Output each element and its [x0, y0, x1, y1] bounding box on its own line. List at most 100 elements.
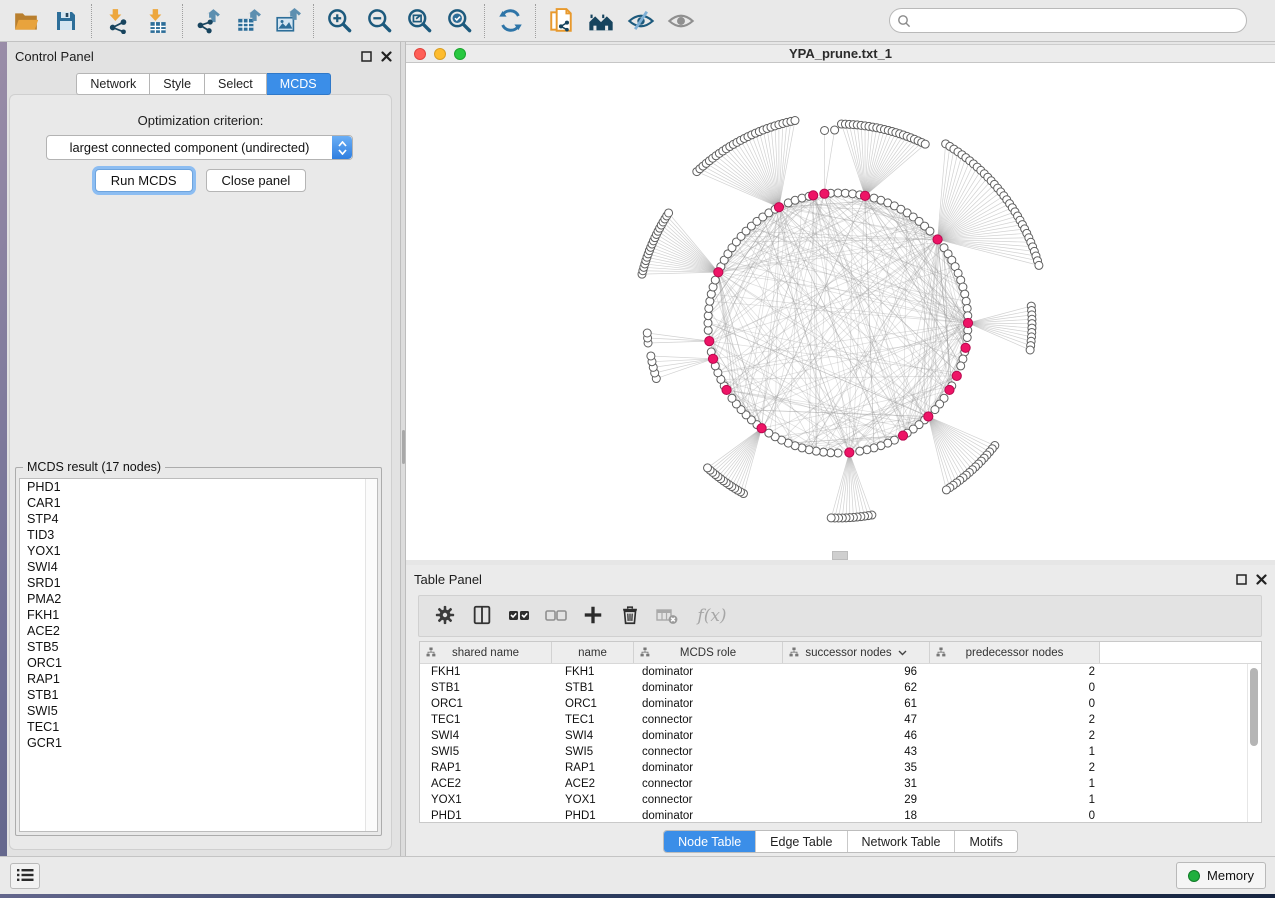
- mcds-tab-content: Optimization criterion: largest connecte…: [9, 94, 392, 850]
- cell-name: PHD1: [552, 810, 634, 822]
- mcds-result-group: MCDS result (17 nodes) PHD1CAR1STP4TID3Y…: [15, 467, 382, 836]
- cell-successor-nodes: 31: [783, 778, 930, 790]
- mcds-result-node[interactable]: PHD1: [20, 479, 377, 495]
- canvas-resize-grip[interactable]: [832, 551, 848, 560]
- table-row[interactable]: FKH1 FKH1 dominator 96 2: [420, 664, 1261, 680]
- memory-button[interactable]: Memory: [1176, 862, 1266, 889]
- open-folder-icon: [13, 8, 39, 34]
- column-header[interactable]: MCDS role: [634, 642, 783, 663]
- close-mcds-panel-button[interactable]: Close panel: [206, 169, 307, 192]
- table-row[interactable]: SWI4 SWI4 dominator 46 2: [420, 728, 1261, 744]
- control-panel-tab[interactable]: MCDS: [267, 73, 331, 95]
- table-tab[interactable]: Network Table: [847, 831, 955, 852]
- add-column-button[interactable]: [579, 602, 607, 630]
- split-pane-handle[interactable]: [402, 430, 405, 464]
- column-header[interactable]: predecessor nodes: [930, 642, 1100, 663]
- export-table-button[interactable]: [228, 3, 268, 39]
- mcds-result-node[interactable]: TID3: [20, 527, 377, 543]
- mcds-list-scrollbar[interactable]: [365, 479, 377, 831]
- mcds-result-node[interactable]: STB5: [20, 639, 377, 655]
- mcds-result-node[interactable]: FKH1: [20, 607, 377, 623]
- criterion-selected-value: largest connected component (undirected): [47, 140, 332, 155]
- network-window-titlebar[interactable]: YPA_prune.txt_1: [406, 44, 1275, 63]
- import-network-button[interactable]: [97, 3, 137, 39]
- mcds-result-node[interactable]: SWI5: [20, 703, 377, 719]
- mcds-result-node[interactable]: ORC1: [20, 655, 377, 671]
- show-hidden-button[interactable]: [661, 3, 701, 39]
- mcds-result-node[interactable]: RAP1: [20, 671, 377, 687]
- criterion-select[interactable]: largest connected component (undirected): [46, 135, 353, 160]
- mcds-result-node[interactable]: SRD1: [20, 575, 377, 591]
- control-panel-tab[interactable]: Network: [76, 73, 150, 95]
- optimization-criterion-label: Optimization criterion:: [10, 113, 391, 128]
- table-scrollbar-thumb[interactable]: [1250, 668, 1258, 746]
- export-network-button[interactable]: [188, 3, 228, 39]
- zoom-selected-button[interactable]: [439, 3, 479, 39]
- control-panel-tab[interactable]: Style: [150, 73, 205, 95]
- control-panel-tab[interactable]: Select: [205, 73, 267, 95]
- select-stepper-icon: [332, 136, 352, 159]
- table-row[interactable]: SWI5 SWI5 connector 43 1: [420, 744, 1261, 760]
- table-row[interactable]: PHD1 PHD1 dominator 18 0: [420, 808, 1261, 823]
- export-image-button[interactable]: [268, 3, 308, 39]
- cell-mcds-role: connector: [634, 714, 783, 726]
- open-file-button[interactable]: [6, 3, 46, 39]
- show-columns-button[interactable]: [468, 602, 496, 630]
- mcds-result-node[interactable]: STP4: [20, 511, 377, 527]
- search-input[interactable]: [889, 8, 1247, 33]
- mcds-result-node[interactable]: TEC1: [20, 719, 377, 735]
- delete-table-icon: [655, 603, 679, 630]
- delete-table-button[interactable]: [653, 602, 681, 630]
- table-row[interactable]: STB1 STB1 dominator 62 0: [420, 680, 1261, 696]
- table-row[interactable]: RAP1 RAP1 dominator 35 2: [420, 760, 1261, 776]
- first-neighbors-button[interactable]: [581, 3, 621, 39]
- table-row[interactable]: YOX1 YOX1 connector 29 1: [420, 792, 1261, 808]
- zoom-in-button[interactable]: [319, 3, 359, 39]
- network-graph[interactable]: [406, 63, 1275, 560]
- cell-successor-nodes: 96: [783, 666, 930, 678]
- delete-column-button[interactable]: [616, 602, 644, 630]
- hide-selected-button[interactable]: [621, 3, 661, 39]
- table-settings-button[interactable]: [431, 602, 459, 630]
- table-tab[interactable]: Edge Table: [755, 831, 846, 852]
- checked-boxes-icon: [506, 602, 532, 631]
- close-icon: [1256, 574, 1267, 585]
- column-header[interactable]: successor nodes: [783, 642, 930, 663]
- mcds-result-node[interactable]: GCR1: [20, 735, 377, 751]
- table-scrollbar-track[interactable]: [1247, 664, 1261, 822]
- import-network-icon: [104, 8, 130, 34]
- select-all-button[interactable]: [505, 602, 533, 630]
- column-header[interactable]: shared name: [420, 642, 552, 663]
- close-panel-button[interactable]: [381, 51, 392, 62]
- cell-mcds-role: dominator: [634, 730, 783, 742]
- table-tab[interactable]: Node Table: [664, 831, 755, 852]
- fit-content-button[interactable]: [399, 3, 439, 39]
- table-row[interactable]: ACE2 ACE2 connector 31 1: [420, 776, 1261, 792]
- run-mcds-button[interactable]: Run MCDS: [95, 169, 193, 192]
- table-tab[interactable]: Motifs: [954, 831, 1016, 852]
- table-row[interactable]: ORC1 ORC1 dominator 61 0: [420, 696, 1261, 712]
- clone-network-button[interactable]: [541, 3, 581, 39]
- table-panel-titlebar: Table Panel: [406, 565, 1275, 593]
- close-table-panel-button[interactable]: [1256, 574, 1267, 585]
- network-canvas[interactable]: [406, 63, 1275, 560]
- save-session-button[interactable]: [46, 3, 86, 39]
- mcds-result-node[interactable]: YOX1: [20, 543, 377, 559]
- mcds-result-node[interactable]: PMA2: [20, 591, 377, 607]
- mcds-result-node[interactable]: CAR1: [20, 495, 377, 511]
- attribute-type-icon: [640, 647, 650, 660]
- mcds-result-node[interactable]: SWI4: [20, 559, 377, 575]
- import-table-button[interactable]: [137, 3, 177, 39]
- table-row[interactable]: TEC1 TEC1 connector 47 2: [420, 712, 1261, 728]
- float-panel-button[interactable]: [361, 51, 372, 62]
- column-header[interactable]: name: [552, 642, 634, 663]
- refresh-layout-button[interactable]: [490, 3, 530, 39]
- network-list-button[interactable]: [10, 863, 40, 889]
- mcds-result-node[interactable]: ACE2: [20, 623, 377, 639]
- function-builder-button[interactable]: f(x): [690, 602, 734, 630]
- deselect-all-button[interactable]: [542, 602, 570, 630]
- mcds-result-node[interactable]: STB1: [20, 687, 377, 703]
- zoom-out-button[interactable]: [359, 3, 399, 39]
- table-panel-title: Table Panel: [414, 572, 482, 587]
- float-table-panel-button[interactable]: [1236, 574, 1247, 585]
